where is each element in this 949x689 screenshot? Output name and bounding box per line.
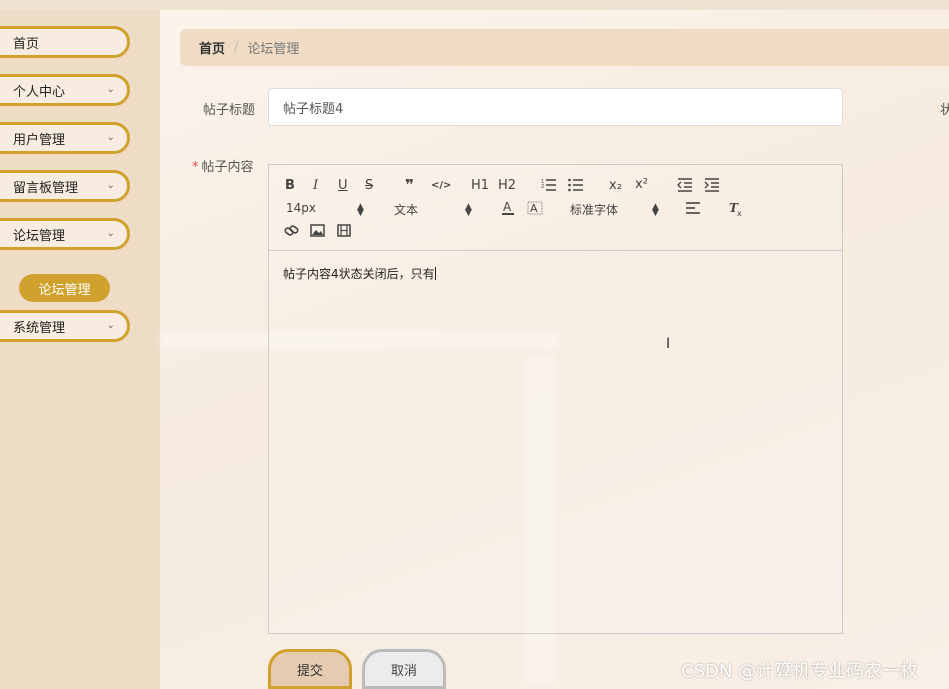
background-color-icon[interactable]: A bbox=[527, 200, 543, 216]
strike-button[interactable]: S bbox=[365, 178, 373, 194]
sidebar: 首页 个人中心 ⌄ 用户管理 ⌄ 留言板管理 ⌄ 论坛管理 ⌄ 论坛管理 系统管… bbox=[0, 10, 160, 689]
subscript-button[interactable]: x₂ bbox=[609, 178, 622, 194]
header-1-button[interactable]: H1 bbox=[471, 178, 489, 194]
sidebar-item-label: 留言板管理 bbox=[13, 180, 79, 196]
chevron-down-icon: ⌄ bbox=[106, 132, 115, 143]
clear-format-icon[interactable]: Tx bbox=[728, 201, 744, 217]
sidebar-item-forum-management[interactable]: 论坛管理 ⌄ bbox=[0, 218, 130, 250]
svg-text:A: A bbox=[530, 202, 538, 215]
image-icon[interactable] bbox=[310, 224, 325, 237]
font-family-value: 标准字体 bbox=[570, 203, 619, 217]
bold-button[interactable]: B bbox=[285, 178, 295, 194]
header-select-value: 文本 bbox=[394, 203, 419, 217]
sidebar-item-label: 论坛管理 bbox=[13, 228, 66, 244]
title-field-label: 帖子标题 bbox=[203, 103, 256, 118]
sidebar-item-label: 用户管理 bbox=[13, 132, 66, 148]
content-field-label: * 帖子内容 bbox=[192, 156, 254, 175]
submit-button[interactable]: 提交 bbox=[268, 649, 352, 689]
sidebar-item-message-board[interactable]: 留言板管理 ⌄ bbox=[0, 170, 130, 202]
breadcrumb-home-link[interactable]: 首页 bbox=[199, 38, 225, 57]
sidebar-item-label: 首页 bbox=[13, 36, 40, 52]
mouse-cursor-ibeam-icon: I bbox=[666, 336, 671, 352]
bullet-list-icon[interactable] bbox=[568, 178, 584, 192]
watermark: CSDN @计算机专业码农一枚 bbox=[681, 661, 919, 682]
sidebar-item-label: 系统管理 bbox=[13, 320, 66, 336]
outdent-icon[interactable] bbox=[677, 178, 693, 192]
text-color-icon[interactable]: A bbox=[501, 200, 515, 216]
svg-text:x: x bbox=[737, 209, 742, 217]
header-select[interactable]: 文本 ▲ ▼ bbox=[394, 201, 472, 218]
rich-text-editor: B I U S ❞ </> H1 H2 12 x₂ x² 14px ▲ ▼ 文本… bbox=[268, 164, 843, 634]
sidebar-item-personal-center[interactable]: 个人中心 ⌄ bbox=[0, 74, 130, 106]
link-icon[interactable] bbox=[284, 224, 300, 238]
indent-icon[interactable] bbox=[704, 178, 720, 192]
code-block-button[interactable]: </> bbox=[431, 178, 451, 194]
sidebar-item-user-management[interactable]: 用户管理 ⌄ bbox=[0, 122, 130, 154]
required-mark: * bbox=[192, 160, 199, 175]
align-icon[interactable] bbox=[685, 202, 701, 216]
sidebar-item-home[interactable]: 首页 bbox=[0, 26, 130, 58]
sidebar-item-label: 个人中心 bbox=[13, 84, 66, 100]
svg-text:2: 2 bbox=[541, 184, 544, 190]
cancel-button[interactable]: 取消 bbox=[362, 649, 446, 689]
editor-content-area[interactable]: 帖子内容4状态关闭后，只有 bbox=[283, 265, 436, 282]
svg-text:A: A bbox=[503, 200, 512, 214]
select-arrows-icon: ▼ bbox=[652, 208, 659, 218]
sidebar-subitem-forum-management[interactable]: 论坛管理 bbox=[19, 274, 110, 302]
chevron-down-icon: ⌄ bbox=[106, 320, 115, 331]
content-label-text: 帖子内容 bbox=[201, 160, 254, 175]
breadcrumb: 首页 / 论坛管理 bbox=[180, 29, 949, 66]
video-icon[interactable] bbox=[337, 224, 351, 237]
text-caret bbox=[434, 267, 436, 280]
superscript-button[interactable]: x² bbox=[635, 177, 648, 193]
header-2-button[interactable]: H2 bbox=[498, 178, 516, 194]
chevron-down-icon: ⌄ bbox=[106, 84, 115, 95]
select-arrows-icon: ▼ bbox=[357, 208, 364, 218]
title-input[interactable] bbox=[268, 88, 843, 126]
breadcrumb-separator: / bbox=[234, 40, 239, 55]
select-arrows-icon: ▼ bbox=[465, 208, 472, 218]
editor-toolbar: B I U S ❞ </> H1 H2 12 x₂ x² 14px ▲ ▼ 文本… bbox=[269, 165, 842, 251]
breadcrumb-current: 论坛管理 bbox=[247, 42, 300, 57]
font-family-select[interactable]: 标准字体 ▲ ▼ bbox=[570, 201, 659, 218]
font-size-value: 14px bbox=[286, 201, 316, 215]
editor-content-text: 帖子内容4状态关闭后，只有 bbox=[283, 267, 435, 281]
chevron-up-icon: ⌄ bbox=[106, 228, 115, 239]
status-field-label: 状 bbox=[940, 103, 949, 118]
chevron-down-icon: ⌄ bbox=[106, 180, 115, 191]
sidebar-item-system-management[interactable]: 系统管理 ⌄ bbox=[0, 310, 130, 342]
underline-button[interactable]: U bbox=[338, 178, 348, 194]
ordered-list-icon[interactable]: 12 bbox=[541, 178, 557, 192]
font-size-select[interactable]: 14px ▲ ▼ bbox=[286, 201, 364, 218]
blockquote-button[interactable]: ❞ bbox=[405, 177, 414, 193]
italic-button[interactable]: I bbox=[313, 178, 318, 194]
